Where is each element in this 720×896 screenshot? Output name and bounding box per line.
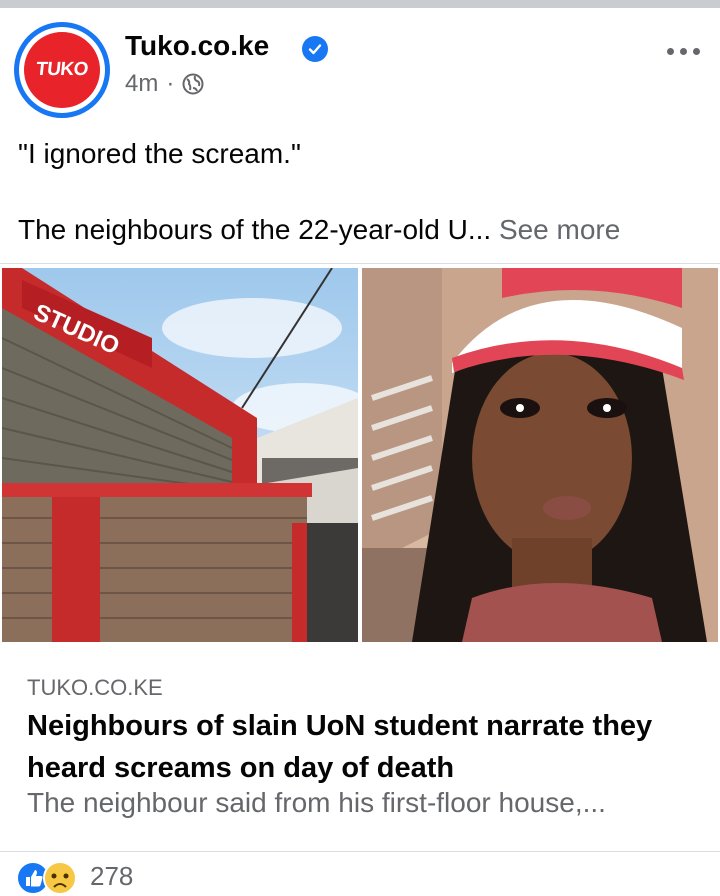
- link-preview[interactable]: TUKO.CO.KE Neighbours of slain UoN stude…: [0, 643, 720, 852]
- reactions-bar[interactable]: 278: [0, 852, 720, 895]
- reaction-count[interactable]: 278: [90, 861, 133, 892]
- page-name-link[interactable]: Tuko.co.ke: [125, 30, 269, 62]
- post-body: The neighbours of the 22-year-old U... S…: [18, 214, 620, 246]
- post-quote: "I ignored the scream.": [18, 138, 301, 169]
- more-dot-icon: [693, 48, 700, 55]
- sad-reaction-icon: [43, 861, 77, 895]
- globe-icon: [182, 73, 204, 95]
- more-options-button[interactable]: [667, 48, 700, 55]
- post-header: TUKO Tuko.co.ke 4m ·: [0, 8, 720, 118]
- tuko-logo: TUKO: [35, 59, 90, 80]
- page-avatar[interactable]: TUKO: [14, 22, 110, 118]
- see-more-link[interactable]: See more: [499, 214, 620, 245]
- link-description: The neighbour said from his first-floor …: [27, 787, 606, 818]
- more-dot-icon: [680, 48, 687, 55]
- link-domain: TUKO.CO.KE: [27, 675, 163, 700]
- student-photo[interactable]: [362, 268, 718, 642]
- post-timestamp[interactable]: 4m: [125, 70, 158, 98]
- verified-badge-icon: [302, 36, 328, 62]
- reaction-icons: [16, 861, 77, 895]
- building-photo[interactable]: STUDIO: [2, 268, 358, 642]
- top-divider: [0, 0, 720, 8]
- meta-separator: ·: [166, 70, 175, 97]
- link-headline[interactable]: Neighbours of slain UoN student narrate …: [27, 705, 697, 789]
- more-dot-icon: [667, 48, 674, 55]
- post-body-preview: The neighbours of the 22-year-old U...: [18, 214, 492, 245]
- post-images: STUDIO: [0, 263, 720, 644]
- post-meta: 4m ·: [125, 70, 204, 98]
